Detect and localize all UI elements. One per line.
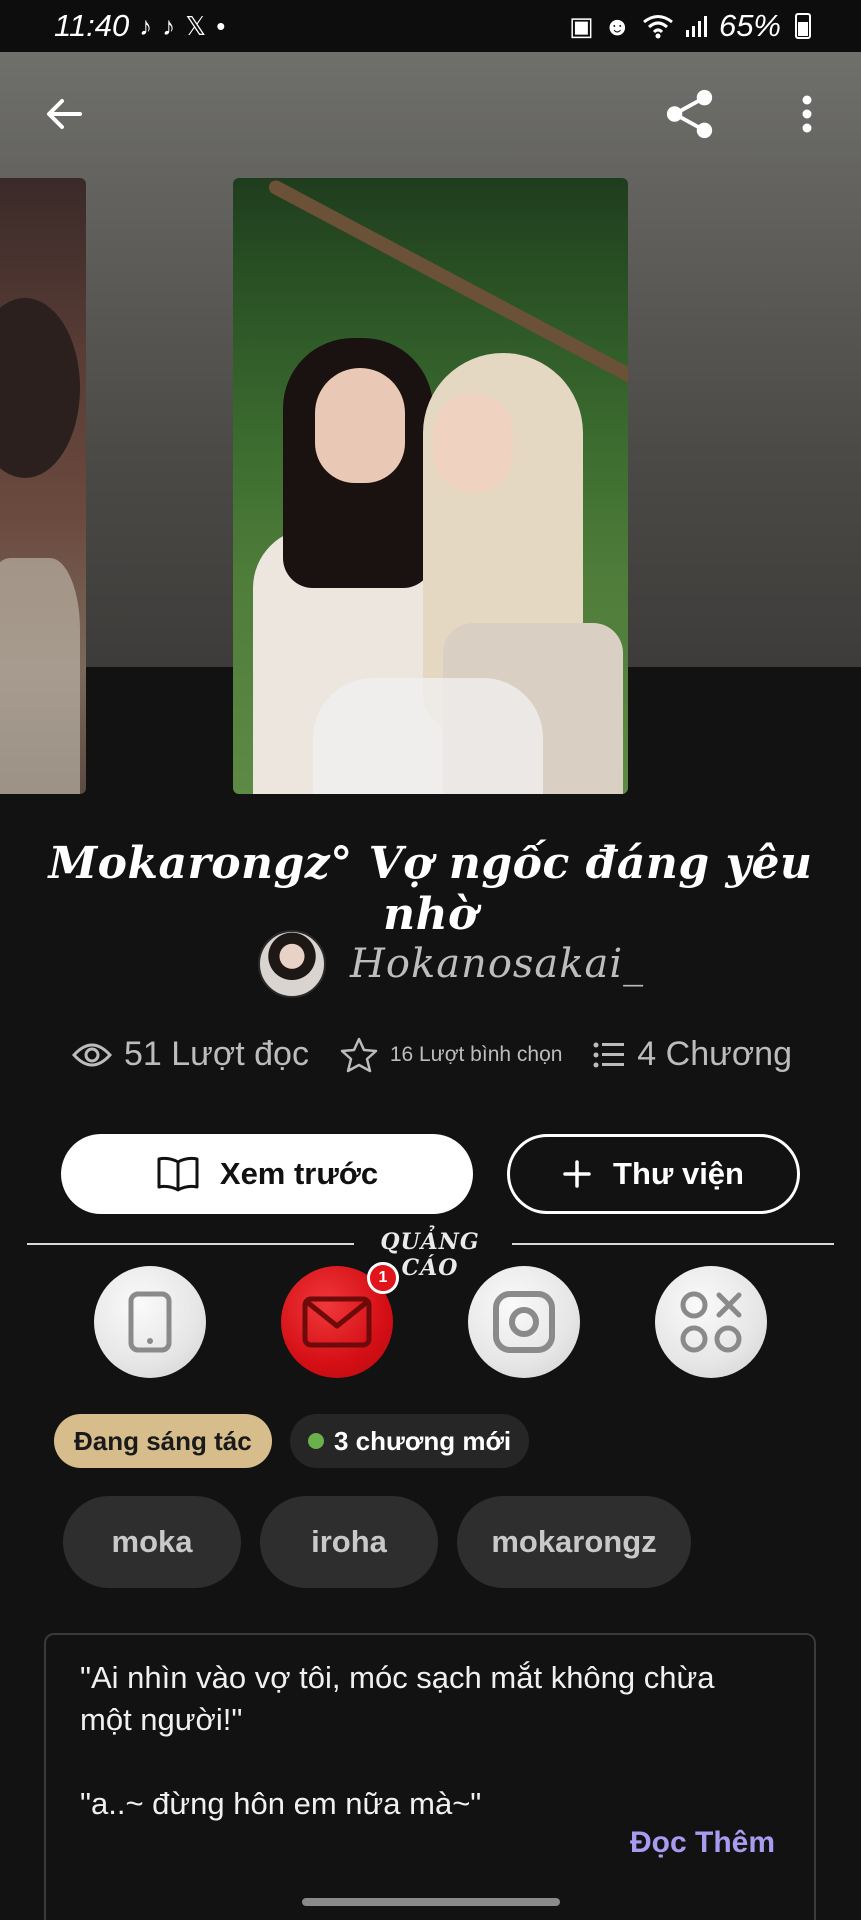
status-time: 11:40 (54, 8, 130, 43)
ad-instagram-app[interactable] (468, 1266, 580, 1378)
reads-count: 51 Lượt đọc (124, 1035, 309, 1073)
author-name[interactable]: Hokanosakai_ (350, 941, 644, 987)
battery-saver-icon: ▣ (569, 10, 594, 41)
reads-stat: 51 Lượt đọc (72, 1035, 309, 1074)
ad-mail-app[interactable]: 1 (281, 1262, 399, 1378)
votes-stat: 16 Lượt bình chọn (340, 1037, 563, 1073)
chapters-count[interactable]: 4 Chương (637, 1035, 792, 1074)
arrow-left-icon (47, 99, 82, 129)
battery-icon (795, 13, 811, 39)
library-label: Thư viện (613, 1156, 744, 1191)
more-button[interactable] (781, 88, 833, 140)
share-icon (666, 89, 713, 139)
ad-apps-app[interactable] (655, 1266, 767, 1378)
eye-icon (72, 1043, 112, 1066)
preview-button[interactable]: Xem trước (61, 1134, 473, 1214)
status-right: ▣ ☻ 65% (569, 8, 811, 44)
x-icon: 𝕏 (185, 10, 207, 41)
share-button[interactable] (664, 88, 716, 140)
wifi-icon (643, 15, 673, 39)
tag-mokarongz[interactable]: mokarongz (457, 1496, 691, 1588)
dot-icon: • (216, 10, 226, 41)
new-chapters-pill: 3 chương mới (290, 1414, 530, 1468)
mail-icon (302, 1296, 372, 1348)
list-icon (593, 1042, 625, 1067)
more-vertical-icon (802, 95, 812, 133)
instagram-icon (493, 1291, 555, 1353)
book-stats: 51 Lượt đọc 16 Lượt bình chọn 4 Chương (72, 1035, 792, 1074)
author-link[interactable]: Hokanosakai_ (258, 930, 644, 998)
phone-icon (128, 1291, 172, 1353)
new-chapters-label: 3 chương mới (334, 1425, 512, 1456)
tag-label: iroha (311, 1524, 387, 1559)
book-cover (233, 178, 628, 794)
description-box: "Ai nhìn vào vợ tôi, móc sạch mắt không … (44, 1633, 816, 1920)
ad-divider-right (512, 1243, 834, 1245)
add-to-library-button[interactable]: Thư viện (507, 1134, 800, 1214)
home-indicator[interactable] (302, 1898, 560, 1906)
tiktok-icon: ♪ (162, 10, 176, 41)
tag-iroha[interactable]: iroha (260, 1496, 438, 1588)
battery-percent: 65% (718, 8, 781, 43)
star-icon (340, 1037, 378, 1072)
description-line: "Ai nhìn vào vợ tôi, móc sạch mắt không … (80, 1660, 715, 1695)
new-dot-icon (308, 1433, 324, 1449)
plus-icon (563, 1160, 591, 1188)
description-line: "a..~ đừng hôn em nữa mà~" (80, 1786, 482, 1821)
writing-status-pill: Đang sáng tác (54, 1414, 272, 1468)
chapters-stat[interactable]: 4 Chương (593, 1035, 792, 1074)
description-line: một người!" (80, 1702, 243, 1737)
signal-icon (685, 16, 707, 37)
book-open-icon (157, 1156, 199, 1192)
ad-divider-left (27, 1243, 354, 1245)
back-button[interactable] (38, 88, 90, 140)
preview-label: Xem trước (219, 1156, 379, 1191)
cat-icon: ☻ (603, 10, 631, 41)
votes-count: 16 Lượt bình chọn (389, 1042, 563, 1066)
author-avatar[interactable] (258, 930, 326, 998)
tag-label: mokarongz (491, 1524, 657, 1559)
apps-grid-icon (680, 1291, 742, 1353)
previous-book-cover[interactable] (0, 178, 86, 794)
tag-moka[interactable]: moka (63, 1496, 241, 1588)
read-more-link[interactable]: Đọc Thêm (630, 1826, 775, 1860)
book-title: Mokarongz° Vợ ngốc đáng yêu nhờ (48, 838, 813, 940)
status-bar: 11:40 ♪ ♪ 𝕏 • ▣ ☻ 65% (0, 0, 861, 52)
status-left: 11:40 ♪ ♪ 𝕏 • (54, 8, 225, 44)
tag-label: moka (111, 1524, 193, 1559)
ad-phone-app[interactable] (94, 1266, 206, 1378)
tiktok-icon: ♪ (139, 10, 153, 41)
mail-badge: 1 (367, 1262, 399, 1294)
writing-status-label: Đang sáng tác (74, 1425, 252, 1456)
